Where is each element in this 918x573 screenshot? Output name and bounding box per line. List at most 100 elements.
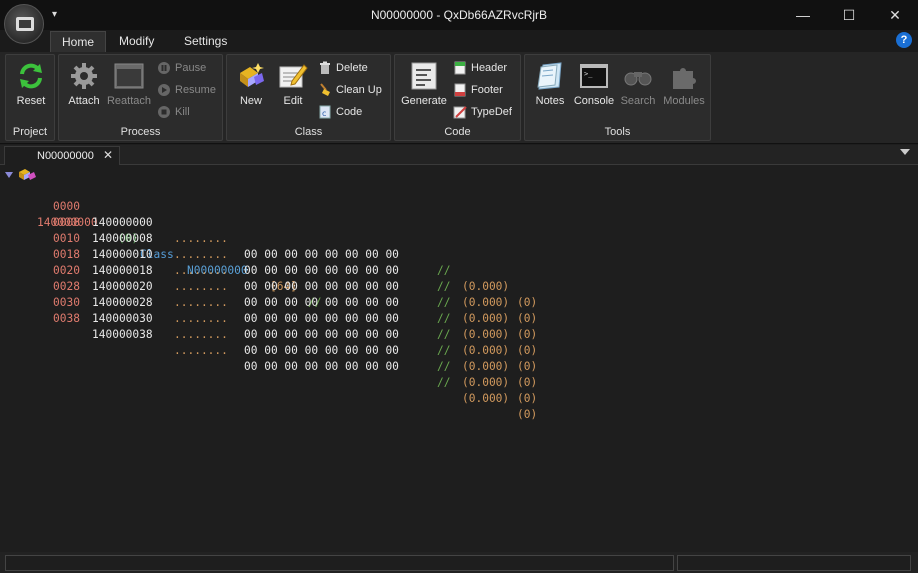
typedef-button[interactable]: TypeDef: [453, 103, 512, 121]
resume-button[interactable]: Resume: [157, 81, 216, 99]
row-comment[interactable]: //: [437, 295, 450, 311]
row-offset: 0030: [53, 296, 80, 309]
ribbon: Reset Project Attach Reattach Pause Resu…: [0, 52, 918, 144]
memory-row[interactable]: 0018 140000018 ........ 00 00 00 00 00 0…: [0, 231, 537, 357]
footer-button[interactable]: Footer: [453, 81, 503, 99]
modules-button[interactable]: Modules: [659, 61, 709, 107]
row-comment[interactable]: //: [437, 375, 450, 391]
tab-modify[interactable]: Modify: [108, 31, 165, 52]
puzzle-icon: [673, 68, 696, 89]
pause-label: Pause: [175, 62, 207, 74]
row-comment[interactable]: //: [437, 327, 450, 343]
edit-class-button[interactable]: Edit: [270, 61, 316, 107]
memory-row[interactable]: 0000 140000000 ........ 00 00 00 00 00 0…: [0, 183, 537, 309]
memory-row[interactable]: 0008 140000008 ........ 00 00 00 00 00 0…: [0, 199, 537, 325]
group-code: Generate Header Footer TypeDef Code: [394, 54, 521, 141]
app-logo-icon: [16, 17, 34, 31]
notes-label: Notes: [535, 95, 565, 107]
typedef-edit-icon: [453, 106, 467, 119]
search-button[interactable]: Search: [615, 61, 661, 107]
header-file-icon: [454, 61, 466, 75]
row-offset: 0018: [53, 248, 80, 261]
row-bytes: 00 00 00 00 00 00 00 00: [244, 280, 399, 293]
tab-home[interactable]: Home: [50, 31, 107, 52]
memory-row[interactable]: 0010 140000010 ........ 00 00 00 00 00 0…: [0, 215, 537, 341]
title-bar: ▾ N00000000 - QxDb66AZRvcRjrB — ☐ ✕: [0, 0, 918, 30]
generate-label: Generate: [401, 95, 447, 107]
group-process: Attach Reattach Pause Resume Kill Proces…: [58, 54, 223, 141]
group-tools: Notes >_ Console Search Modules Tools: [524, 54, 711, 141]
pause-button[interactable]: Pause: [157, 59, 206, 77]
modules-label: Modules: [663, 95, 705, 107]
cleanup-button[interactable]: Clean Up: [318, 81, 382, 99]
row-address: 140000020: [92, 280, 153, 293]
document-tab-close-icon[interactable]: ✕: [103, 148, 113, 162]
row-comment[interactable]: //: [437, 343, 450, 359]
row-comment[interactable]: //: [437, 279, 450, 295]
kill-button[interactable]: Kill: [157, 103, 190, 121]
delete-class-button[interactable]: Delete: [318, 59, 368, 77]
application-menu-button[interactable]: [4, 4, 44, 44]
memory-row[interactable]: 0030 140000030 ........ 00 00 00 00 00 0…: [0, 279, 537, 405]
row-offset: 0008: [53, 216, 80, 229]
reattach-button[interactable]: Reattach: [105, 61, 153, 107]
memory-row[interactable]: 0038 140000038 ........ 00 00 00 00 00 0…: [0, 295, 537, 421]
tab-settings[interactable]: Settings: [173, 31, 238, 52]
new-label: New: [239, 95, 262, 107]
window-icon: [114, 63, 144, 89]
row-ascii: ........: [174, 328, 228, 341]
row-bytes: 00 00 00 00 00 00 00 00: [244, 296, 399, 309]
close-button[interactable]: ✕: [872, 0, 918, 30]
group-label-code: Code: [444, 126, 471, 138]
memory-row[interactable]: 0020 140000020 ........ 00 00 00 00 00 0…: [0, 247, 537, 373]
memory-view[interactable]: 140000000 (0) Class N00000000 [64] // 00…: [0, 166, 918, 552]
row-address: 140000018: [92, 264, 153, 277]
minimize-button[interactable]: —: [780, 0, 826, 30]
maximize-button[interactable]: ☐: [826, 0, 872, 30]
row-offset: 0038: [53, 312, 80, 325]
row-float: (0.000): [462, 296, 510, 309]
memory-row[interactable]: 0028 140000028 ........ 00 00 00 00 00 0…: [0, 263, 537, 389]
binoculars-icon: [624, 72, 652, 86]
row-address: 140000000: [92, 216, 153, 229]
svg-text:c: c: [322, 109, 326, 118]
row-ascii: ........: [174, 344, 228, 357]
stop-icon: [158, 106, 170, 118]
footer-file-icon: [454, 83, 466, 97]
console-button[interactable]: >_ Console: [571, 61, 617, 107]
tab-list-dropdown-icon[interactable]: [900, 149, 910, 155]
edit-pencil-icon: [279, 64, 308, 88]
row-comment[interactable]: //: [437, 263, 450, 279]
row-int: (0): [517, 392, 538, 405]
row-comment[interactable]: //: [437, 359, 450, 375]
new-class-button[interactable]: New: [228, 61, 274, 107]
notes-icon: [537, 62, 562, 90]
group-label-process: Process: [120, 126, 161, 138]
row-address: 140000030: [92, 312, 153, 325]
document-tab-strip: N00000000 ✕: [0, 145, 918, 165]
generate-code-button[interactable]: Generate: [400, 61, 448, 107]
document-tab-label: N00000000: [37, 150, 94, 162]
edit-label: Edit: [283, 95, 303, 107]
row-ascii: ........: [174, 264, 228, 277]
attach-button[interactable]: Attach: [61, 61, 107, 107]
row-address: 140000028: [92, 296, 153, 309]
row-offset: 0010: [53, 232, 80, 245]
class-node[interactable]: 140000000 (0) Class N00000000 [64] //: [4, 167, 321, 309]
group-project: Reset Project: [5, 54, 55, 141]
pause-icon: [158, 62, 170, 74]
ribbon-tabs: Home Modify Settings ?: [0, 30, 918, 52]
row-int: (0): [517, 376, 538, 389]
notes-button[interactable]: Notes: [527, 61, 573, 107]
row-int: (0): [517, 328, 538, 341]
document-tab[interactable]: N00000000 ✕: [4, 146, 120, 165]
status-pane-secondary: [677, 555, 911, 571]
help-icon[interactable]: ?: [896, 32, 912, 48]
row-int: (0): [517, 408, 538, 421]
footer-label: Footer: [471, 84, 503, 96]
reset-button[interactable]: Reset: [8, 61, 54, 107]
row-comment[interactable]: //: [437, 311, 450, 327]
class-code-button[interactable]: c Code: [318, 103, 362, 121]
header-button[interactable]: Header: [453, 59, 507, 77]
collapse-arrow-icon[interactable]: [4, 170, 14, 180]
